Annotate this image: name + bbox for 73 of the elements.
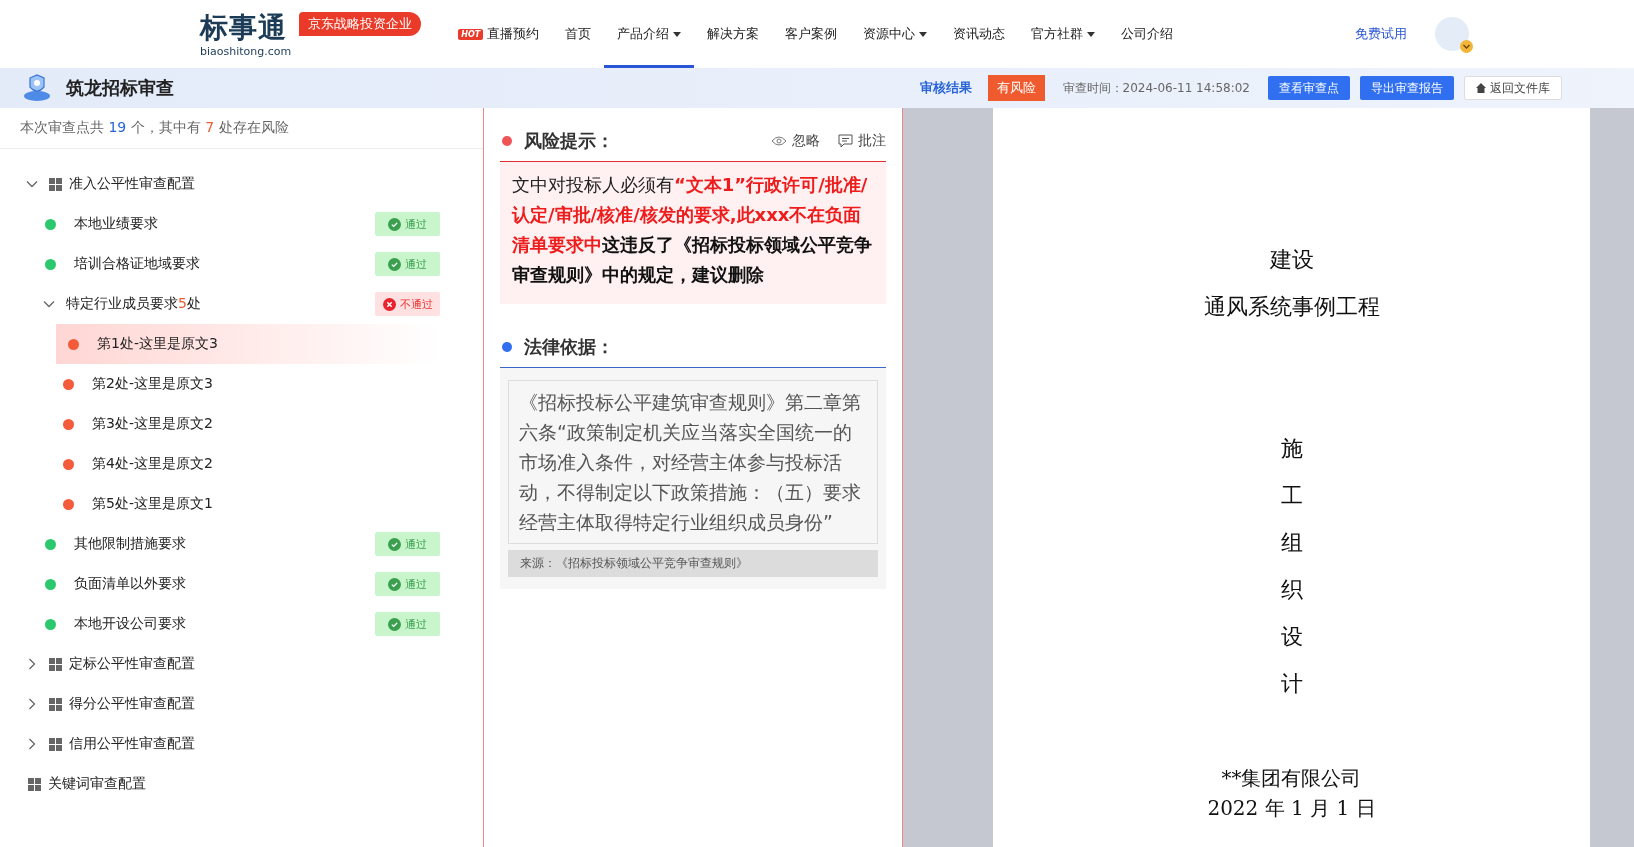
tree-group-label[interactable]: 准入公平性审查配置	[69, 175, 195, 193]
risk-item-label[interactable]: 第3处-这里是原文2	[92, 415, 213, 433]
grid-icon	[49, 177, 62, 191]
nav-link[interactable]: 资源中心	[850, 0, 941, 68]
action-button[interactable]: 查看审查点	[1268, 76, 1350, 100]
chevron-badge-icon	[1460, 40, 1473, 53]
check-circle-icon	[388, 617, 401, 631]
app-title: 筑龙招标审查	[66, 76, 174, 100]
status-label: 通过	[405, 616, 427, 632]
risk-item-label[interactable]: 第4处-这里是原文2	[92, 455, 213, 473]
nav-link[interactable]: 资讯动态	[940, 0, 1019, 68]
tree-item-label[interactable]: 负面清单以外要求	[74, 575, 186, 593]
section-title: 风险提示：	[524, 128, 614, 153]
free-trial-link[interactable]: 免费试用	[1355, 25, 1407, 43]
risk-badge: 有风险	[987, 75, 1045, 101]
tree-group-label[interactable]: 关键词审查配置	[48, 775, 146, 793]
risk-item-label[interactable]: 第1处-这里是原文3	[97, 335, 218, 353]
logo-text[interactable]: 标事通	[200, 10, 287, 45]
grid-icon	[49, 737, 62, 751]
logo-domain: biaoshitong.com	[200, 44, 292, 58]
grid-icon	[28, 777, 41, 791]
tree-group-label[interactable]: 信用公平性审查配置	[69, 735, 195, 753]
company-name: **集团有限公司	[1221, 765, 1362, 792]
source-text: 来源：《招标投标领域公平竞争审查规则》	[508, 550, 878, 577]
nav-link[interactable]: 客户案例	[772, 0, 851, 68]
nav-link[interactable]: 官方社群	[1018, 0, 1109, 68]
status-label: 不通过	[399, 296, 433, 312]
document-date: 2022 年 1 月 1 日	[1207, 795, 1376, 822]
home-icon	[1476, 83, 1486, 93]
tree-item-label[interactable]: 其他限制措施要求	[74, 535, 186, 553]
grid-icon	[49, 697, 62, 711]
logo-badge: 京东战略投资企业	[299, 12, 422, 36]
document-vertical-title: 施工组织设计	[1280, 435, 1303, 698]
tree-group-label[interactable]: 定标公平性审查配置	[69, 655, 195, 673]
legal-dot	[502, 341, 512, 352]
review-time: 审查时间：2024-06-11 14:58:02	[1062, 79, 1250, 97]
check-circle-icon	[388, 257, 401, 271]
ignore-link[interactable]: 忽略	[771, 131, 820, 150]
tree-group-label[interactable]: 得分公平性审查配置	[69, 695, 195, 713]
risk-item-label[interactable]: 第2处-这里是原文3	[92, 375, 213, 393]
summary-text: 本次审查点共 19 个，其中有 7 处存在风险	[0, 108, 483, 149]
status-label: 通过	[405, 536, 427, 552]
back-button[interactable]: 返回文件库	[1464, 76, 1562, 100]
nav-link[interactable]: HOT 直播预约	[445, 0, 553, 68]
document-title: 通风系统事例工程	[1203, 293, 1380, 321]
risk-item-label[interactable]: 第5处-这里是原文1	[92, 495, 213, 513]
section-title: 法律依据：	[524, 334, 614, 359]
status-label: 通过	[405, 256, 427, 272]
status-label: 通过	[405, 216, 427, 232]
document-title: 建设	[1269, 246, 1314, 274]
grid-icon	[49, 657, 62, 671]
legal-text: 《招标投标公平建筑审查规则》第二章第六条“政策制定机关应当落实全国统一的市场准入条件，对经营主体参与投标活动，不得制定以下政策措施：（五）要求经营主体取得特定行业组织成员身份”	[508, 380, 878, 544]
shield-user-icon	[22, 74, 52, 102]
check-circle-icon	[388, 537, 401, 551]
nav-link[interactable]: 首页	[552, 0, 605, 68]
comment-icon	[838, 133, 853, 148]
risk-dot	[502, 135, 512, 146]
check-circle-icon	[388, 577, 401, 591]
tree-item-label[interactable]: 培训合格证地域要求	[74, 255, 200, 273]
status-label: 通过	[405, 576, 427, 592]
nav-link[interactable]: 公司介绍	[1108, 0, 1187, 68]
comment-link[interactable]: 批注	[838, 131, 886, 150]
check-circle-icon	[388, 217, 401, 231]
tree-item-label[interactable]: 本地开设公司要求	[74, 615, 186, 633]
tree-item-label[interactable]: 本地业绩要求	[74, 215, 158, 233]
hot-badge: HOT	[458, 28, 484, 40]
nav-link[interactable]: 解决方案	[694, 0, 773, 68]
cross-circle-icon	[382, 297, 396, 311]
tree-item-label[interactable]: 特定行业成员要求5处	[66, 295, 201, 313]
action-button[interactable]: 导出审查报告	[1360, 76, 1454, 100]
risk-description: 文中对投标人必须有“文本1”行政许可/批准/认定/审批/核准/核发的要求,此xxx不在负面清单要求中这违反了《招标投标领域公平竞争审查规则》中的规定，建议删除	[500, 162, 886, 304]
result-label: 审核结果	[919, 79, 972, 97]
eye-icon	[771, 135, 787, 146]
